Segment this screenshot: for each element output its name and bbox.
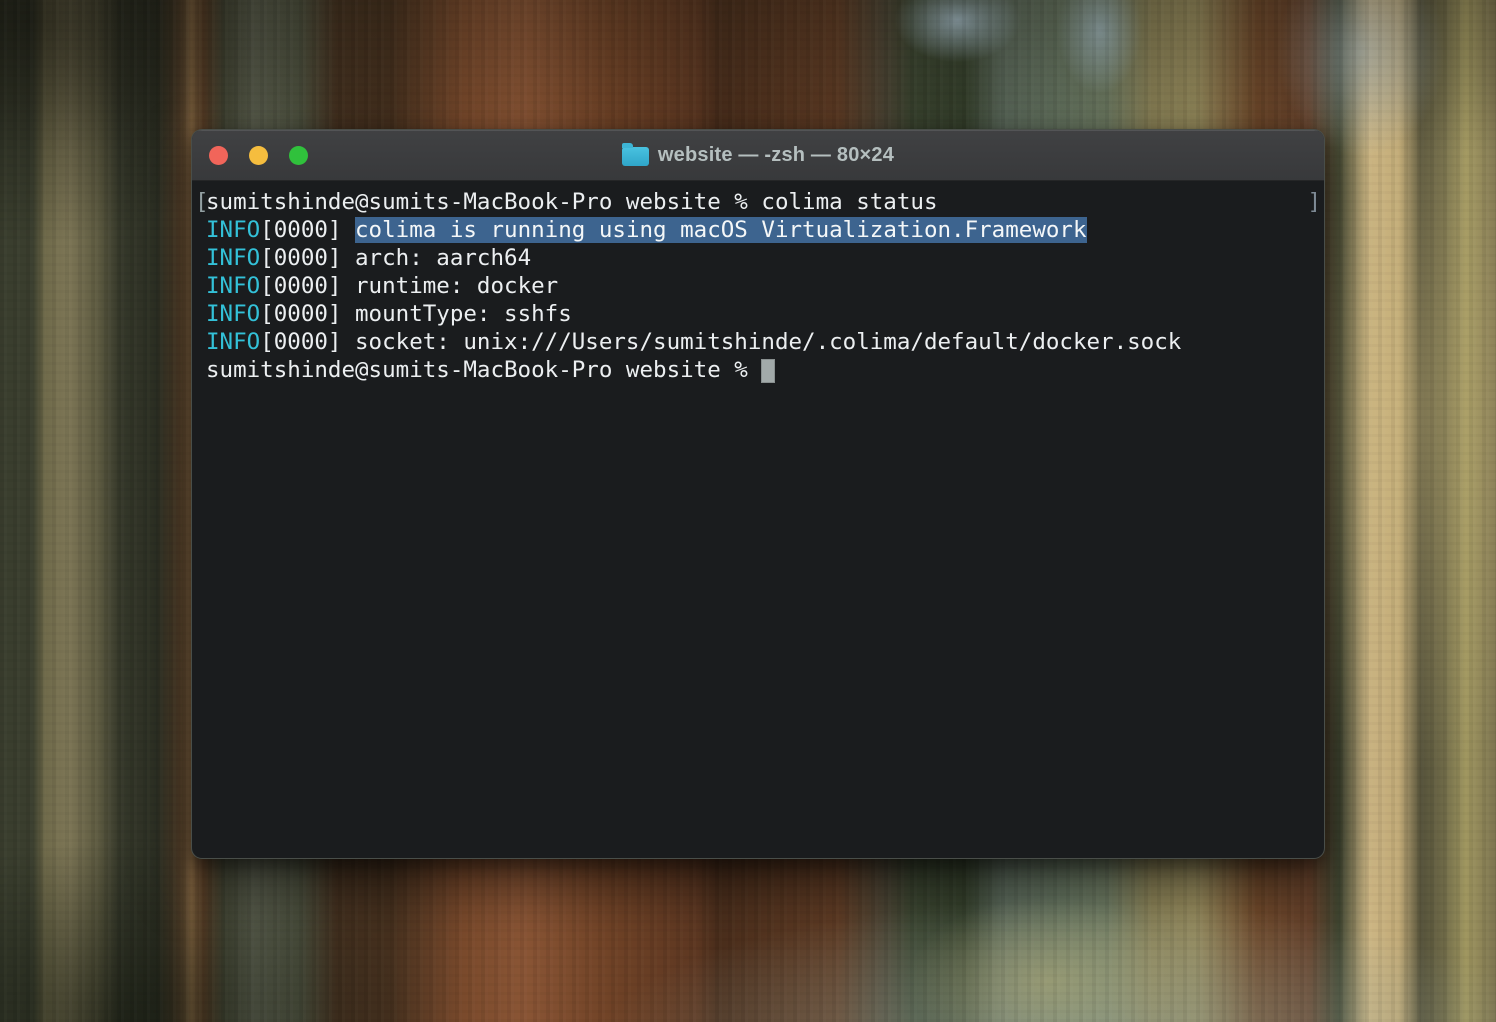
terminal-lines: sumitshinde@sumits-MacBook-Pro website %…	[206, 188, 1310, 384]
terminal-window: website — -zsh — 80×24 sumitshinde@sumit…	[191, 129, 1325, 859]
command-mark-right: ]	[1307, 188, 1321, 216]
window-title: website — -zsh — 80×24	[658, 144, 894, 167]
terminal-text: INFO	[206, 245, 260, 271]
terminal-text: INFO	[206, 217, 260, 243]
log-line-status: INFO[0000] colima is running using macOS…	[206, 216, 1310, 244]
window-controls	[192, 146, 308, 165]
log-line-socket: INFO[0000] socket: unix:///Users/sumitsh…	[206, 328, 1310, 356]
terminal-text: [0000] mountType: sshfs	[260, 301, 572, 327]
terminal-text: INFO	[206, 329, 260, 355]
terminal-text: sumitshinde@sumits-MacBook-Pro website %…	[206, 189, 938, 215]
terminal-text: [0000] runtime: docker	[260, 273, 558, 299]
command-mark-left: [	[195, 188, 209, 216]
command-line: sumitshinde@sumits-MacBook-Pro website %…	[206, 188, 1310, 216]
terminal-text: [0000]	[260, 217, 355, 243]
terminal-text: INFO	[206, 301, 260, 327]
terminal-text: sumitshinde@sumits-MacBook-Pro website %	[206, 357, 761, 383]
folder-icon[interactable]	[622, 147, 649, 166]
log-line-arch: INFO[0000] arch: aarch64	[206, 244, 1310, 272]
log-line-runtime: INFO[0000] runtime: docker	[206, 272, 1310, 300]
terminal-content[interactable]: sumitshinde@sumits-MacBook-Pro website %…	[192, 181, 1324, 858]
title-area: website — -zsh — 80×24	[192, 130, 1324, 180]
zoom-button[interactable]	[289, 146, 308, 165]
selected-text: colima is running using macOS Virtualiza…	[355, 217, 1087, 243]
terminal-cursor	[761, 359, 775, 383]
terminal-text: [0000] socket: unix:///Users/sumitshinde…	[260, 329, 1181, 355]
prompt-line: sumitshinde@sumits-MacBook-Pro website %	[206, 356, 1310, 384]
titlebar[interactable]: website — -zsh — 80×24	[192, 130, 1324, 181]
close-button[interactable]	[209, 146, 228, 165]
terminal-text: INFO	[206, 273, 260, 299]
terminal-text: [0000] arch: aarch64	[260, 245, 531, 271]
minimize-button[interactable]	[249, 146, 268, 165]
log-line-mounttype: INFO[0000] mountType: sshfs	[206, 300, 1310, 328]
